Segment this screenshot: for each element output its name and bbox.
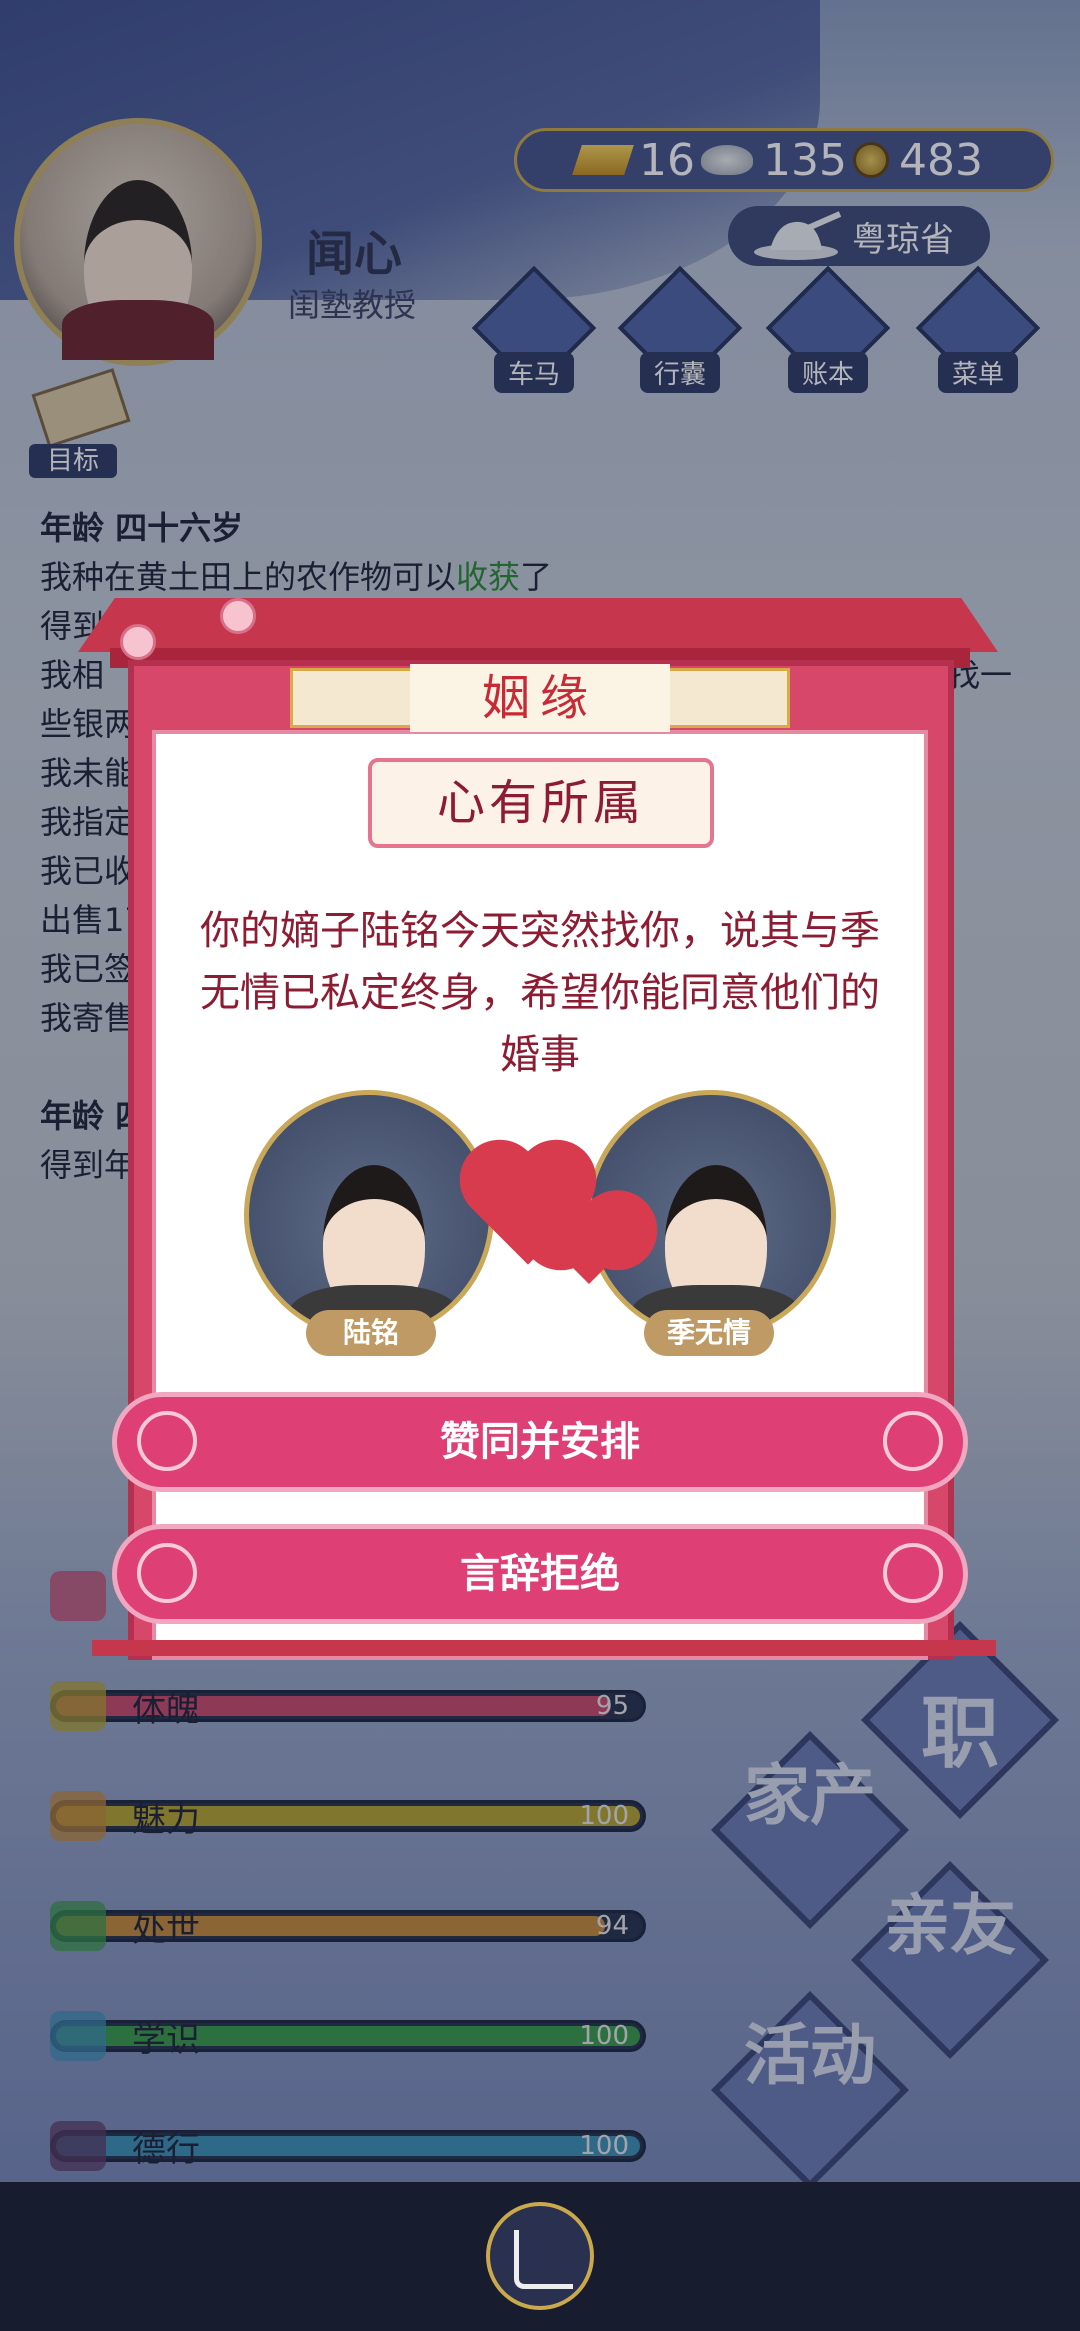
cloud-ornament-icon	[137, 1543, 197, 1603]
partner-name: 季无情	[644, 1310, 774, 1356]
cloud-ornament-icon	[883, 1411, 943, 1471]
son-name: 陆铭	[306, 1310, 436, 1356]
approve-button[interactable]: 赞同并安排	[112, 1392, 968, 1492]
decline-button[interactable]: 言辞拒绝	[112, 1524, 968, 1624]
dialog-subtitle: 心有所属	[368, 758, 714, 848]
cloud-ornament-icon	[883, 1543, 943, 1603]
plum-blossom-icon	[220, 598, 256, 634]
share-icon	[514, 2230, 573, 2289]
son-portrait	[244, 1090, 494, 1340]
dialog-message: 你的嫡子陆铭今天突然找你，说其与季无情已私定终身，希望你能同意他们的婚事	[200, 908, 880, 1078]
dialog-base	[92, 1640, 996, 1656]
decline-label: 言辞拒绝	[460, 1551, 620, 1597]
plum-blossom-icon	[120, 624, 156, 660]
cloud-ornament-icon	[137, 1411, 197, 1471]
share-button[interactable]	[486, 2202, 594, 2310]
dialog-roof	[78, 598, 998, 652]
approve-label: 赞同并安排	[440, 1419, 640, 1465]
dialog-header: 姻缘	[410, 664, 670, 732]
